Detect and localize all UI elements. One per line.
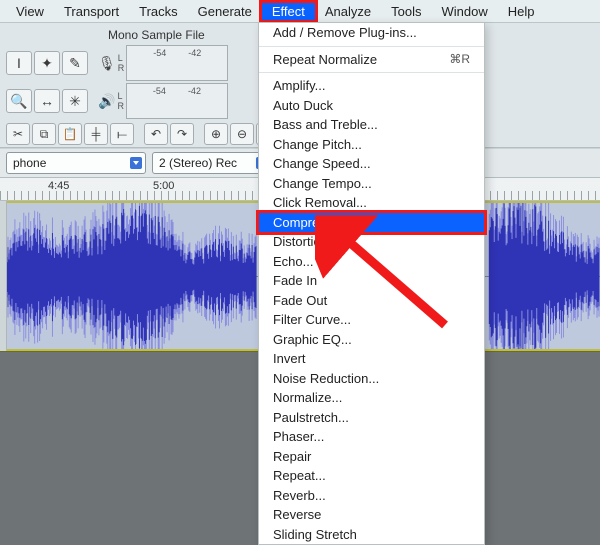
shortcut-label: ⌘R bbox=[449, 52, 470, 66]
menu-item-sliding-stretch[interactable]: Sliding Stretch bbox=[259, 525, 484, 545]
edit-copy[interactable]: ⧉ bbox=[32, 123, 56, 145]
zoom-out[interactable]: ⊖ bbox=[230, 123, 254, 145]
menu-help[interactable]: Help bbox=[498, 3, 545, 20]
edit-redo[interactable]: ↷ bbox=[170, 123, 194, 145]
zoom-in[interactable]: ⊕ bbox=[204, 123, 228, 145]
menu-item-distortion[interactable]: Distortion... bbox=[259, 232, 484, 252]
menu-item-graphic-eq[interactable]: Graphic EQ... bbox=[259, 330, 484, 350]
menubar: View Transport Tracks Generate Effect An… bbox=[0, 0, 600, 23]
menu-view[interactable]: View bbox=[6, 3, 54, 20]
menu-tracks[interactable]: Tracks bbox=[129, 3, 188, 20]
mic-channel-l: LR bbox=[118, 53, 125, 73]
channels-dropdown[interactable]: 2 (Stereo) Rec bbox=[152, 152, 272, 174]
tool-envelope[interactable]: ✦ bbox=[34, 51, 60, 75]
edit-undo[interactable]: ↶ bbox=[144, 123, 168, 145]
menu-item-phaser[interactable]: Phaser... bbox=[259, 427, 484, 447]
menu-window[interactable]: Window bbox=[431, 3, 497, 20]
output-device-dropdown[interactable]: phone bbox=[6, 152, 146, 174]
mic-icon: 🎙 bbox=[98, 55, 116, 72]
tool-selection[interactable]: I bbox=[6, 51, 32, 75]
edit-trim[interactable]: ╪ bbox=[84, 123, 108, 145]
menu-item-bass-and-treble[interactable]: Bass and Treble... bbox=[259, 115, 484, 135]
tool-multi[interactable]: ✳ bbox=[62, 89, 88, 113]
tool-timeshift[interactable]: ↔ bbox=[34, 89, 60, 113]
menu-item-reverb[interactable]: Reverb... bbox=[259, 486, 484, 506]
tool-zoom[interactable]: 🔍 bbox=[6, 89, 32, 113]
menu-item-change-tempo[interactable]: Change Tempo... bbox=[259, 174, 484, 194]
menu-item-change-pitch[interactable]: Change Pitch... bbox=[259, 135, 484, 155]
menu-item-echo[interactable]: Echo... bbox=[259, 252, 484, 272]
tool-draw[interactable]: ✎ bbox=[62, 51, 88, 75]
menu-item-fade-out[interactable]: Fade Out bbox=[259, 291, 484, 311]
menu-item-repair[interactable]: Repair bbox=[259, 447, 484, 467]
playback-meter[interactable]: -54-42 bbox=[126, 83, 228, 119]
menu-item-repeat-last[interactable]: Repeat Normalize ⌘R bbox=[259, 50, 484, 70]
menu-item-amplify[interactable]: Amplify... bbox=[259, 76, 484, 96]
menu-item-noise-reduction[interactable]: Noise Reduction... bbox=[259, 369, 484, 389]
menu-item-add-remove-plugins[interactable]: Add / Remove Plug-ins... bbox=[259, 23, 484, 43]
effect-dropdown-menu: Add / Remove Plug-ins... Repeat Normaliz… bbox=[258, 22, 485, 545]
speaker-icon: 🔊 bbox=[98, 93, 115, 110]
menu-item-change-speed[interactable]: Change Speed... bbox=[259, 154, 484, 174]
edit-cut[interactable]: ✂ bbox=[6, 123, 30, 145]
menu-generate[interactable]: Generate bbox=[188, 3, 262, 20]
menu-item-paulstretch[interactable]: Paulstretch... bbox=[259, 408, 484, 428]
menu-item-repeat[interactable]: Repeat... bbox=[259, 466, 484, 486]
menu-item-invert[interactable]: Invert bbox=[259, 349, 484, 369]
menu-item-filter-curve[interactable]: Filter Curve... bbox=[259, 310, 484, 330]
menu-effect[interactable]: Effect bbox=[262, 3, 315, 20]
menu-item-auto-duck[interactable]: Auto Duck bbox=[259, 96, 484, 116]
edit-silence[interactable]: ⟝ bbox=[110, 123, 134, 145]
spk-channel-l: LR bbox=[117, 91, 124, 111]
menu-item-normalize[interactable]: Normalize... bbox=[259, 388, 484, 408]
menu-transport[interactable]: Transport bbox=[54, 3, 129, 20]
menu-tools[interactable]: Tools bbox=[381, 3, 431, 20]
track-header[interactable] bbox=[0, 201, 7, 351]
menu-item-fade-in[interactable]: Fade In bbox=[259, 271, 484, 291]
recording-meter[interactable]: -54-42 bbox=[126, 45, 228, 81]
menu-item-compressor[interactable]: Compressor... bbox=[259, 213, 484, 233]
menu-item-click-removal[interactable]: Click Removal... bbox=[259, 193, 484, 213]
menu-analyze[interactable]: Analyze bbox=[315, 3, 381, 20]
edit-paste[interactable]: 📋 bbox=[58, 123, 82, 145]
menu-item-reverse[interactable]: Reverse bbox=[259, 505, 484, 525]
